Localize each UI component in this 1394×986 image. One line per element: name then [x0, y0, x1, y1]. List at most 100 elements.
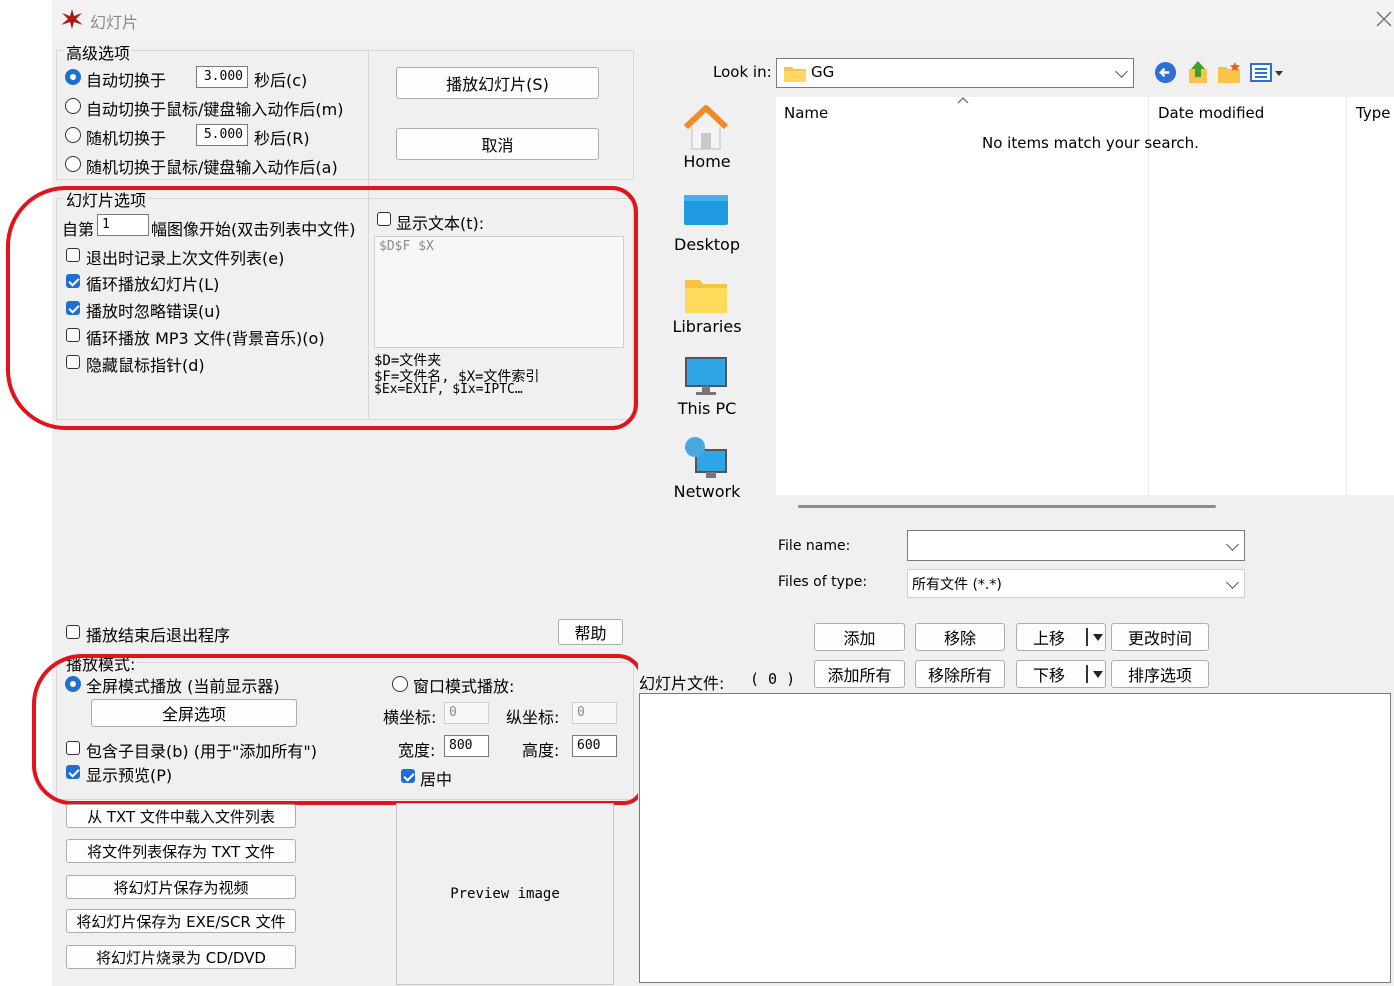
loop-mp3-checkbox[interactable] [66, 328, 80, 342]
ignore-errors-checkbox[interactable] [66, 301, 80, 315]
save-txt-button[interactable]: 将文件列表保存为 TXT 文件 [66, 839, 296, 863]
column-name[interactable]: Name [784, 104, 828, 122]
cancel-button[interactable]: 取消 [396, 128, 599, 160]
file-name-label: File name: [778, 538, 851, 554]
folder-icon [784, 67, 806, 82]
width-input[interactable]: 800 [444, 735, 489, 757]
exit-after-label: 播放结束后退出程序 [86, 626, 231, 645]
loop-slideshow-checkbox[interactable] [66, 274, 80, 288]
fullscreen-label: 全屏模式播放 (当前显示器) [86, 677, 280, 696]
loop-mp3-label: 循环播放 MP3 文件(背景音乐)(o) [86, 329, 325, 348]
window-mode-label: 窗口模式播放: [413, 677, 515, 696]
center-label: 居中 [420, 770, 453, 789]
fullscreen-options-button[interactable]: 全屏选项 [91, 699, 297, 727]
column-type[interactable]: Type [1356, 104, 1390, 122]
close-icon[interactable] [1376, 11, 1392, 27]
auto-switch-time-radio[interactable] [65, 69, 81, 85]
remember-list-checkbox[interactable] [66, 248, 80, 262]
file-type-label: Files of type: [778, 574, 868, 590]
height-label: 高度: [522, 741, 560, 760]
move-up-button[interactable]: 上移 [1016, 623, 1106, 651]
title-bar [52, 0, 1394, 40]
play-slideshow-button[interactable]: 播放幻灯片(S) [396, 67, 599, 99]
move-down-button[interactable]: 下移 [1016, 660, 1106, 688]
help-button[interactable]: 帮助 [558, 619, 623, 645]
remove-button[interactable]: 移除 [915, 623, 1005, 651]
place-home[interactable]: Home [647, 152, 767, 171]
ignore-errors-label: 播放时忽略错误(u) [86, 302, 221, 321]
auto-switch-input-radio[interactable] [65, 98, 81, 114]
file-list-view[interactable] [776, 97, 1394, 495]
play-mode-group-label: 播放模式: [64, 651, 138, 675]
exit-after-checkbox[interactable] [66, 625, 80, 639]
advanced-group-label: 高级选项 [64, 40, 133, 64]
y-coord-label: 纵坐标: [506, 708, 560, 727]
random-switch-input-radio[interactable] [65, 156, 81, 172]
home-icon[interactable] [682, 105, 730, 151]
hide-cursor-checkbox[interactable] [66, 355, 80, 369]
random-switch-time-radio[interactable] [65, 127, 81, 143]
save-video-button[interactable]: 将幻灯片保存为视频 [66, 875, 296, 899]
window-mode-radio[interactable] [392, 676, 408, 692]
start-index-input[interactable]: 1 [97, 214, 149, 236]
auto-switch-seconds-input[interactable]: 3.000 [196, 66, 248, 88]
load-txt-button[interactable]: 从 TXT 文件中载入文件列表 [66, 804, 296, 828]
random-switch-seconds-input[interactable]: 5.000 [196, 124, 248, 146]
burn-cd-button[interactable]: 将幻灯片烧录为 CD/DVD [66, 945, 296, 969]
app-logo-icon [61, 9, 83, 29]
remove-all-button[interactable]: 移除所有 [915, 660, 1005, 688]
look-in-combo[interactable]: GG [776, 58, 1134, 88]
slide-files-count: ( 0 ) [750, 670, 796, 688]
sort-up-icon [957, 97, 969, 104]
up-folder-icon[interactable] [1186, 59, 1210, 85]
back-icon[interactable] [1154, 61, 1177, 84]
place-network[interactable]: Network [647, 482, 767, 501]
y-coord-input[interactable]: 0 [572, 702, 617, 724]
sort-options-button[interactable]: 排序选项 [1111, 660, 1209, 688]
libraries-icon[interactable] [684, 275, 728, 315]
show-preview-label: 显示预览(P) [86, 766, 173, 785]
help-line-3: $Ex=EXIF, $Ix=IPTC… [374, 382, 523, 397]
place-libraries[interactable]: Libraries [647, 317, 767, 336]
caret-down-icon [1093, 634, 1103, 641]
column-date-modified[interactable]: Date modified [1158, 104, 1264, 122]
preview-text: Preview image [450, 886, 560, 902]
look-in-label: Look in: [713, 63, 772, 81]
show-text-checkbox[interactable] [377, 212, 391, 226]
add-button[interactable]: 添加 [814, 623, 905, 651]
file-type-value: 所有文件 (*.*) [912, 577, 1002, 593]
place-desktop[interactable]: Desktop [647, 235, 767, 254]
file-type-select[interactable]: 所有文件 (*.*) [907, 569, 1245, 598]
place-this-pc[interactable]: This PC [647, 399, 767, 418]
network-icon[interactable] [682, 436, 730, 482]
view-menu-icon[interactable] [1250, 62, 1286, 84]
show-preview-checkbox[interactable] [66, 765, 80, 779]
move-up-label: 上移 [1033, 629, 1066, 648]
places-bar [648, 97, 766, 595]
text-template-input[interactable]: $D$F $X [374, 236, 624, 348]
chevron-down-icon[interactable] [1226, 576, 1239, 589]
desktop-icon[interactable] [683, 192, 729, 232]
new-folder-icon[interactable] [1217, 61, 1243, 85]
horizontal-scrollbar[interactable] [798, 505, 1216, 508]
start-index-prefix: 自第 [62, 220, 95, 239]
chevron-down-icon[interactable] [1226, 538, 1239, 551]
fullscreen-radio[interactable] [65, 676, 81, 692]
column-divider [1148, 97, 1149, 495]
chevron-down-icon[interactable] [1115, 65, 1128, 78]
save-exe-button[interactable]: 将幻灯片保存为 EXE/SCR 文件 [66, 909, 296, 933]
height-input[interactable]: 600 [572, 735, 617, 757]
slide-files-list[interactable] [639, 693, 1391, 983]
window-title: 幻灯片 [90, 13, 139, 32]
random-switch-input-label: 随机切换于鼠标/键盘输入动作后(a) [86, 158, 338, 177]
show-text-label: 显示文本(t): [396, 214, 485, 233]
hide-cursor-label: 隐藏鼠标指针(d) [86, 356, 205, 375]
include-subdirs-checkbox[interactable] [66, 741, 80, 755]
add-all-button[interactable]: 添加所有 [814, 660, 905, 688]
random-switch-suffix: 秒后(R) [254, 129, 310, 148]
x-coord-input[interactable]: 0 [444, 702, 489, 724]
this-pc-icon[interactable] [684, 356, 728, 398]
center-checkbox[interactable] [401, 769, 415, 783]
change-time-button[interactable]: 更改时间 [1111, 623, 1209, 651]
file-name-input[interactable] [907, 530, 1245, 561]
